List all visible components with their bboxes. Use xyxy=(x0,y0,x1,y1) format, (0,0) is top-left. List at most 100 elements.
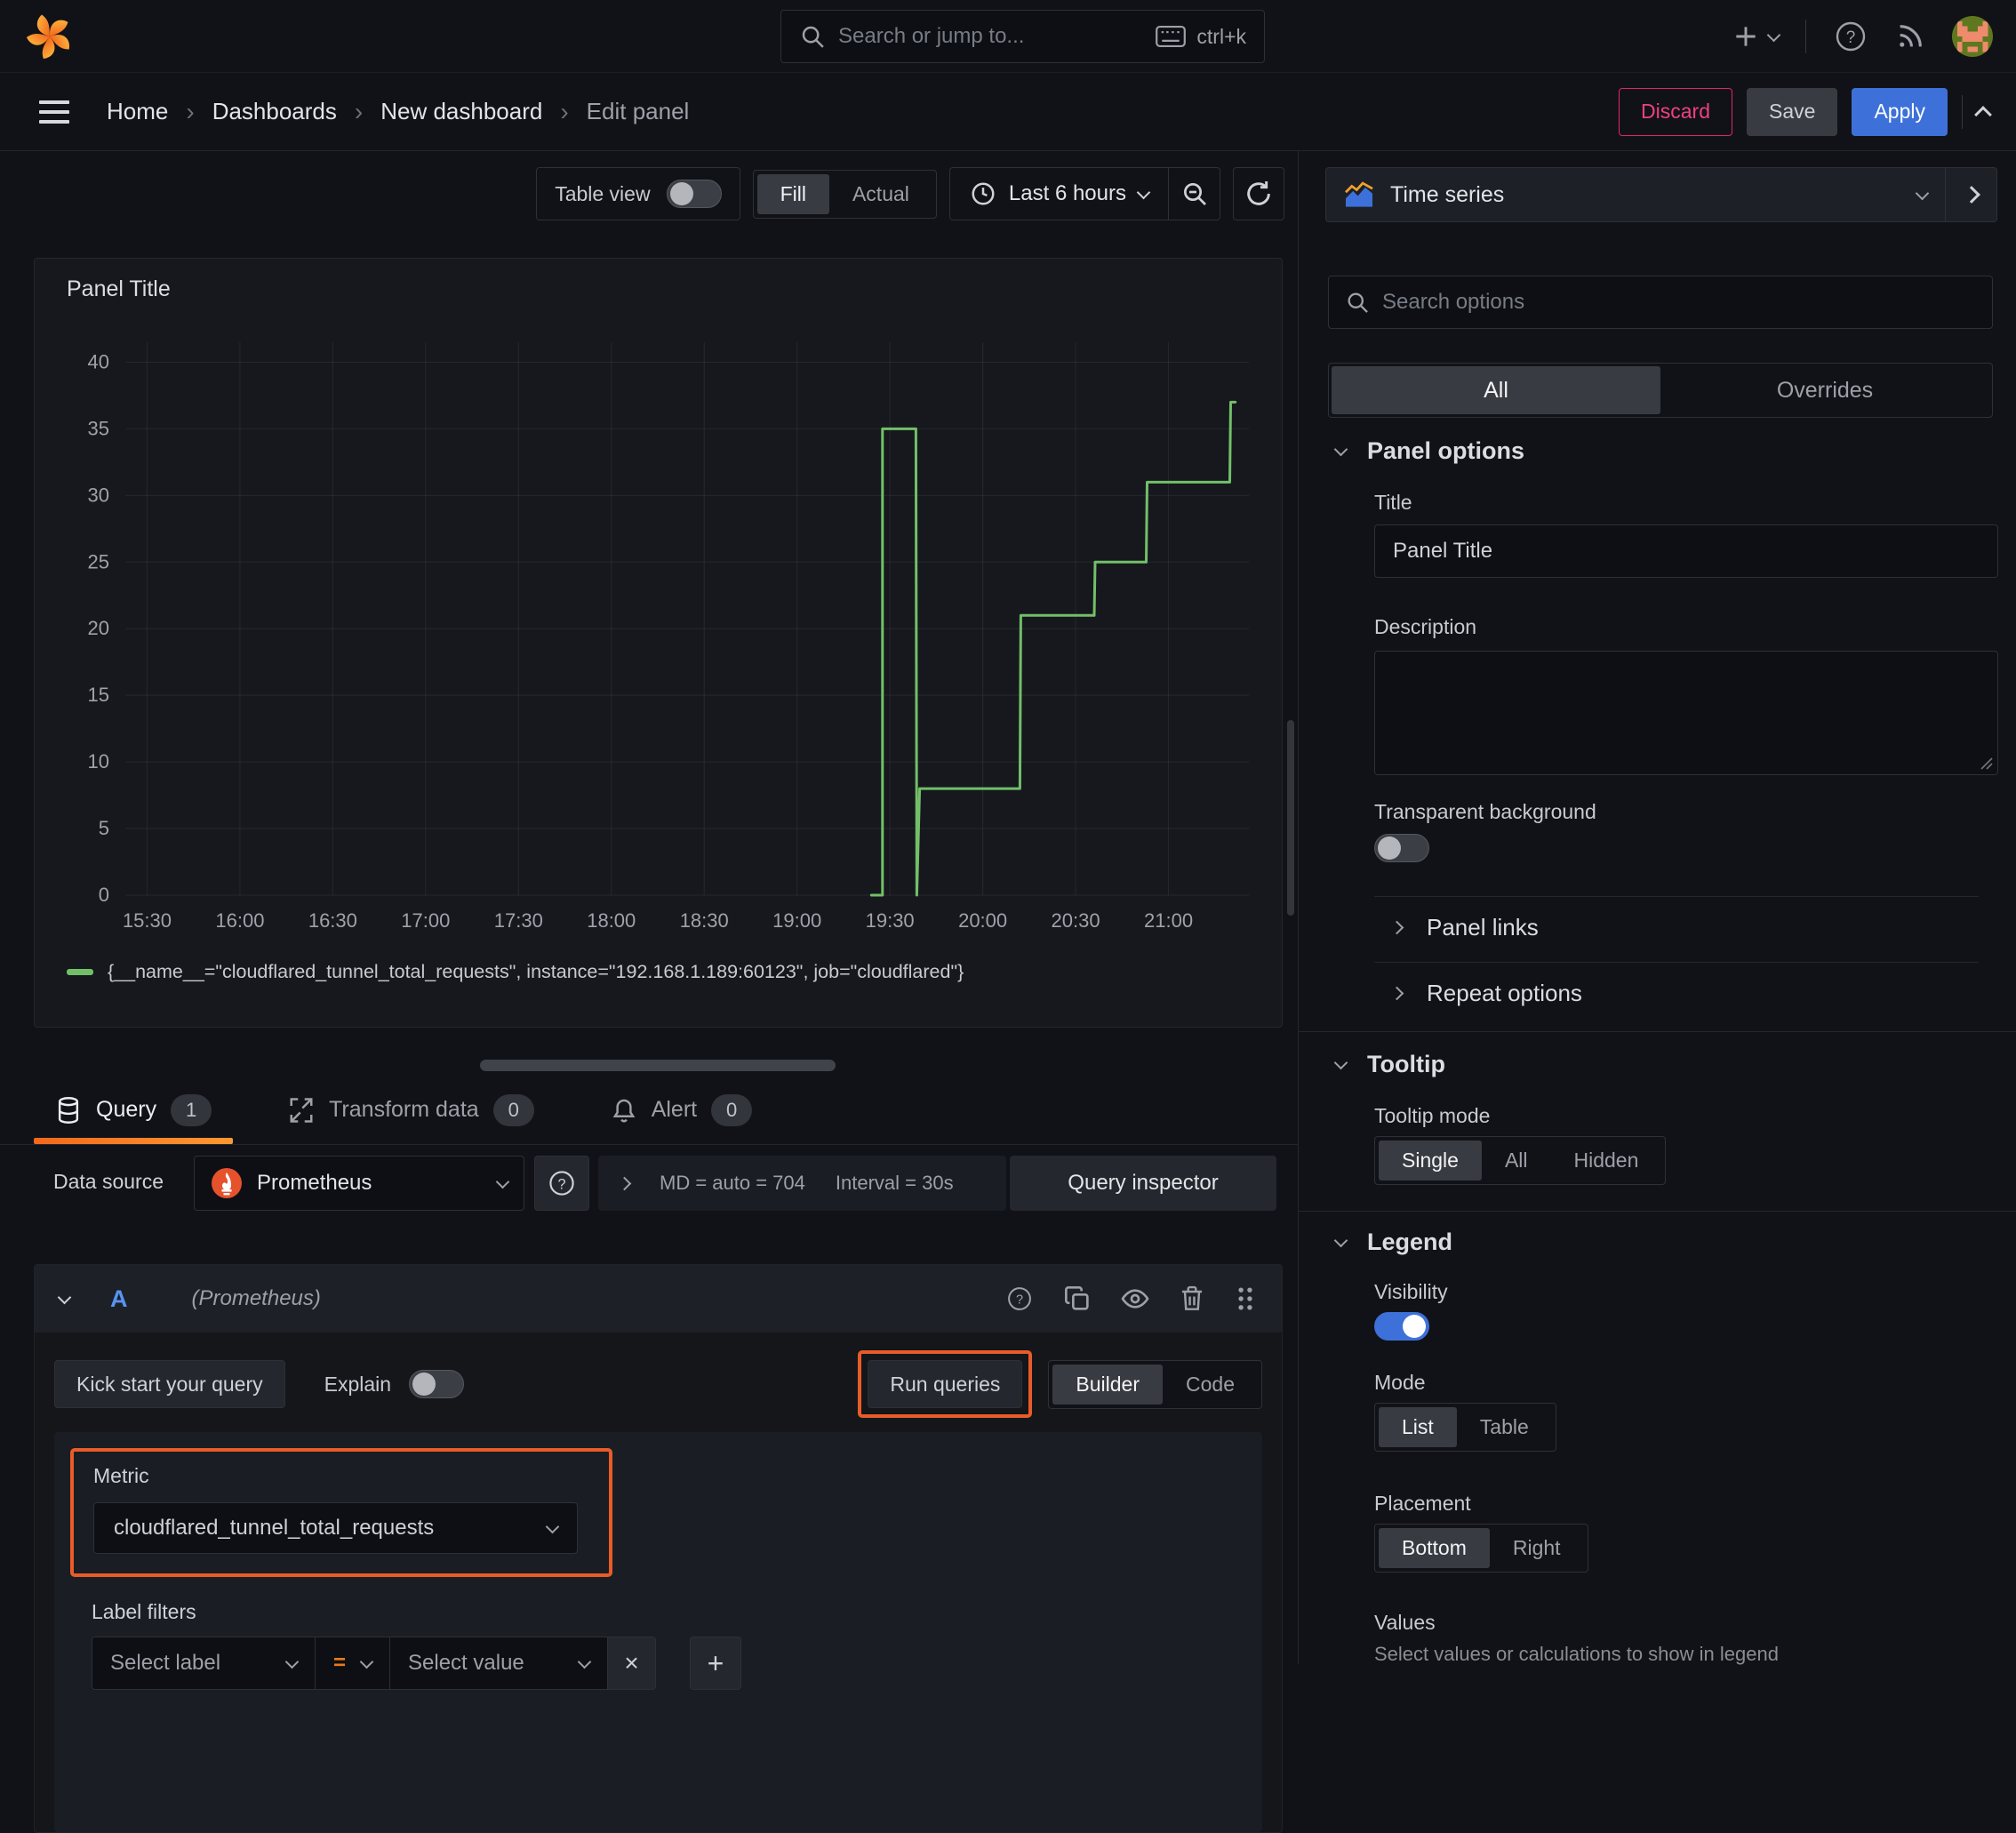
description-label: Description xyxy=(1374,615,1477,638)
breadcrumb-dashboards[interactable]: Dashboards xyxy=(212,98,337,125)
scrollbar-thumb[interactable] xyxy=(1287,720,1294,916)
operator-dropdown[interactable]: = xyxy=(315,1637,390,1689)
search-icon xyxy=(802,26,824,48)
options-filter-tabs: All Overrides xyxy=(1328,363,1993,418)
panel-title-input[interactable] xyxy=(1374,524,1998,578)
viz-suggestions-button[interactable] xyxy=(1946,167,1997,222)
tab-transform-data[interactable]: Transform data 0 xyxy=(288,1076,534,1144)
legend-mode-table[interactable]: Table xyxy=(1457,1407,1552,1447)
options-search-input[interactable] xyxy=(1382,290,1976,315)
select-label-dropdown[interactable]: Select label xyxy=(92,1637,315,1689)
duplicate-icon[interactable] xyxy=(1063,1285,1092,1313)
options-search[interactable] xyxy=(1328,276,1993,329)
tooltip-section[interactable]: Tooltip xyxy=(1333,1051,1445,1078)
resize-handle-icon[interactable] xyxy=(1979,756,1993,770)
svg-text:?: ? xyxy=(557,1176,565,1192)
zoom-out-icon xyxy=(1183,183,1206,205)
global-search-input[interactable] xyxy=(838,24,1144,49)
query-header[interactable]: A (Prometheus) ? xyxy=(35,1265,1282,1333)
breadcrumb-home[interactable]: Home xyxy=(107,98,168,125)
zoom-out-button[interactable] xyxy=(1168,168,1220,220)
chevron-right-icon xyxy=(1389,920,1404,935)
menu-toggle-button[interactable] xyxy=(39,100,69,124)
panel-options-section[interactable]: Panel options xyxy=(1333,437,1524,465)
repeat-options-section[interactable]: Repeat options xyxy=(1389,980,1582,1007)
tooltip-hidden-option[interactable]: Hidden xyxy=(1551,1141,1662,1181)
chart-legend[interactable]: {__name__="cloudflared_tunnel_total_requ… xyxy=(67,961,964,983)
rss-icon xyxy=(1900,25,1922,47)
code-option[interactable]: Code xyxy=(1163,1365,1258,1405)
time-range-picker[interactable]: Last 6 hours xyxy=(950,180,1168,207)
help-button[interactable]: ? xyxy=(1833,19,1868,54)
user-avatar[interactable] xyxy=(1952,16,1993,57)
legend-section[interactable]: Legend xyxy=(1333,1229,1452,1256)
run-queries-highlight: Run queries xyxy=(858,1350,1033,1418)
transparent-background-toggle[interactable] xyxy=(1374,834,1429,862)
tooltip-mode-group: Single All Hidden xyxy=(1374,1136,1667,1185)
new-menu-button[interactable] xyxy=(1732,22,1781,51)
grafana-logo[interactable] xyxy=(25,12,75,61)
remove-filter-button[interactable]: × xyxy=(607,1637,656,1689)
panel-links-section[interactable]: Panel links xyxy=(1389,914,1539,941)
y-tick-label: 35 xyxy=(88,417,109,439)
description-textarea[interactable] xyxy=(1374,651,1998,775)
table-view-toggle[interactable] xyxy=(666,180,722,208)
x-tick-label: 19:00 xyxy=(772,909,821,932)
query-options-strip[interactable]: MD = auto = 704 Interval = 30s xyxy=(598,1156,1006,1211)
panel-resize-handle[interactable] xyxy=(480,1060,836,1071)
legend-visibility-toggle[interactable] xyxy=(1374,1312,1429,1341)
refresh-button[interactable] xyxy=(1233,167,1284,220)
run-queries-button[interactable]: Run queries xyxy=(868,1360,1023,1408)
metric-select[interactable]: cloudflared_tunnel_total_requests xyxy=(93,1502,578,1554)
explain-label: Explain xyxy=(324,1372,392,1396)
x-tick-label: 21:00 xyxy=(1144,909,1193,932)
options-sidebar: Time series All Overrides Panel options … xyxy=(1298,151,2016,1665)
x-tick-label: 17:00 xyxy=(401,909,450,932)
builder-option[interactable]: Builder xyxy=(1052,1364,1164,1405)
chevron-right-icon xyxy=(1962,186,1980,204)
svg-text:?: ? xyxy=(1016,1293,1023,1308)
visualization-picker[interactable]: Time series xyxy=(1325,167,1946,222)
legend-placement-bottom[interactable]: Bottom xyxy=(1379,1528,1490,1568)
tab-overrides[interactable]: Overrides xyxy=(1660,366,1989,414)
discard-button[interactable]: Discard xyxy=(1619,87,1733,136)
avatar xyxy=(1952,16,1993,57)
apply-button[interactable]: Apply xyxy=(1852,87,1948,136)
tab-query[interactable]: Query 1 xyxy=(33,1076,234,1144)
tooltip-single-option[interactable]: Single xyxy=(1379,1141,1482,1181)
data-source-label: Data source xyxy=(53,1170,164,1193)
x-tick-label: 18:30 xyxy=(680,909,729,932)
panel-preview: Panel Title 0 5 10 15 20 25 30 35 40 15:30 16:00 16… xyxy=(34,258,1283,1028)
explain-toggle[interactable] xyxy=(409,1370,465,1398)
help-icon[interactable]: ? xyxy=(1004,1284,1035,1314)
breadcrumb: Home › Dashboards › New dashboard › Edit… xyxy=(107,98,689,126)
add-filter-button[interactable]: + xyxy=(690,1637,742,1690)
legend-mode-list[interactable]: List xyxy=(1379,1407,1457,1447)
x-tick-label: 20:00 xyxy=(958,909,1007,932)
legend-placement-right[interactable]: Right xyxy=(1490,1528,1584,1568)
drag-handle-icon[interactable] xyxy=(1234,1285,1257,1313)
data-source-picker[interactable]: Prometheus xyxy=(194,1156,524,1211)
trash-icon[interactable] xyxy=(1179,1285,1205,1313)
kick-start-button[interactable]: Kick start your query xyxy=(54,1360,285,1408)
save-button[interactable]: Save xyxy=(1747,87,1838,136)
actual-option[interactable]: Actual xyxy=(829,174,932,214)
select-value-dropdown[interactable]: Select value xyxy=(389,1637,608,1689)
table-view-control: Table view xyxy=(536,167,740,220)
tab-all[interactable]: All xyxy=(1332,366,1660,414)
chevron-down-icon xyxy=(545,1519,560,1533)
tab-alert[interactable]: Alert 0 xyxy=(611,1076,753,1144)
collapse-query-icon[interactable] xyxy=(57,1290,72,1304)
breadcrumb-new-dashboard[interactable]: New dashboard xyxy=(380,98,542,125)
series-label[interactable]: {__name__="cloudflared_tunnel_total_requ… xyxy=(108,961,964,983)
tooltip-all-option[interactable]: All xyxy=(1482,1141,1551,1181)
collapse-options-icon[interactable] xyxy=(1974,105,1992,124)
global-search[interactable]: ctrl+k xyxy=(780,10,1265,63)
news-button[interactable] xyxy=(1895,21,1925,52)
data-source-help-button[interactable]: ? xyxy=(534,1156,589,1211)
x-tick-label: 16:00 xyxy=(215,909,264,932)
eye-icon[interactable] xyxy=(1120,1285,1150,1313)
query-inspector-button[interactable]: Query inspector xyxy=(1010,1156,1276,1211)
x-tick-label: 16:30 xyxy=(308,909,357,932)
fill-option[interactable]: Fill xyxy=(756,173,829,214)
